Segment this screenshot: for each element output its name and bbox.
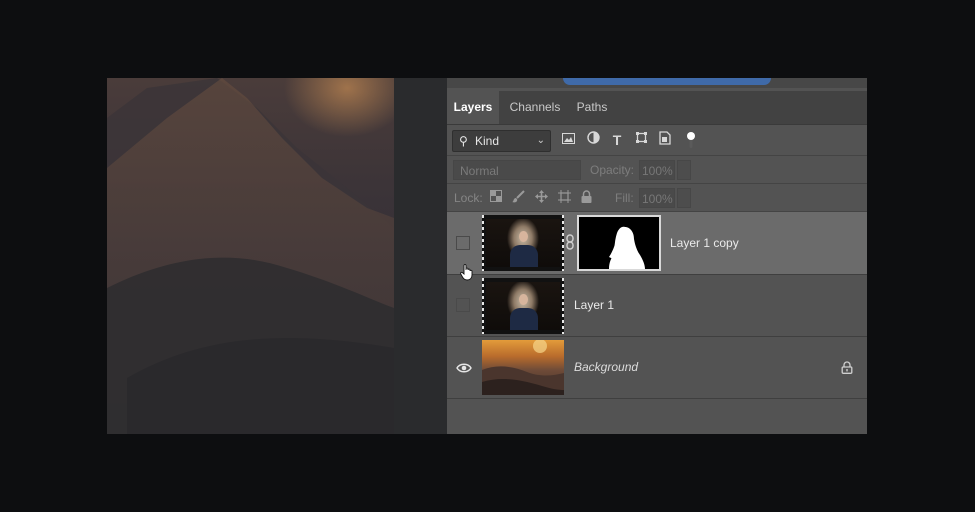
layer-filter-row: ⚲ Kind ⌄ T bbox=[447, 126, 867, 154]
visibility-toggle[interactable] bbox=[456, 236, 470, 250]
lock-all-icon[interactable] bbox=[578, 190, 594, 206]
panel-top-strip bbox=[447, 78, 867, 88]
fill-slider-toggle[interactable] bbox=[677, 188, 691, 208]
layer-lock-icon[interactable] bbox=[841, 361, 853, 374]
layer-thumbnail[interactable] bbox=[482, 278, 564, 334]
blend-mode-select[interactable]: Normal bbox=[453, 160, 581, 180]
thumbnail-figure bbox=[519, 231, 528, 242]
smart-object-filter-icon[interactable] bbox=[657, 131, 673, 149]
eye-icon[interactable] bbox=[456, 362, 472, 374]
panel-tabs: Layers Channels Paths bbox=[447, 91, 867, 125]
thumbnail-border bbox=[482, 278, 484, 334]
layer-thumbnail[interactable] bbox=[482, 340, 564, 395]
tab-channels[interactable]: Channels bbox=[499, 91, 571, 124]
lock-transparent-pixels-icon[interactable] bbox=[488, 190, 504, 206]
layer-name[interactable]: Layer 1 bbox=[574, 298, 614, 312]
fill-input[interactable]: 100% bbox=[639, 188, 675, 208]
chevron-down-icon: ⌄ bbox=[536, 135, 545, 146]
lock-image-pixels-icon[interactable] bbox=[510, 190, 526, 206]
canvas-dark-region bbox=[394, 78, 447, 434]
lock-artboard-icon[interactable] bbox=[556, 190, 572, 206]
layer-thumbnail[interactable] bbox=[482, 215, 564, 271]
adjustment-filter-icon[interactable] bbox=[585, 131, 601, 149]
blend-row: Normal Opacity: 100% bbox=[447, 158, 867, 182]
tab-paths[interactable]: Paths bbox=[571, 91, 613, 124]
layer-mask-thumbnail[interactable] bbox=[577, 215, 661, 271]
layer-thumbnail-image bbox=[486, 219, 560, 267]
shape-filter-icon[interactable] bbox=[633, 131, 649, 149]
layer-row-background[interactable]: Background bbox=[447, 337, 867, 398]
thumbnail-figure bbox=[510, 308, 538, 330]
thumbnail-border bbox=[562, 278, 564, 334]
lock-row: Lock: Fill: 100% bbox=[447, 186, 867, 210]
hand-cursor-icon bbox=[460, 264, 473, 281]
layer-row-layer-1[interactable]: Layer 1 bbox=[447, 275, 867, 336]
lock-label: Lock: bbox=[454, 191, 483, 205]
thumbnail-border bbox=[562, 215, 564, 271]
fill-label: Fill: bbox=[615, 191, 634, 205]
search-icon: ⚲ bbox=[459, 134, 468, 148]
thumbnail-figure bbox=[519, 294, 528, 305]
thumbnail-figure bbox=[510, 245, 538, 267]
lock-position-icon[interactable] bbox=[533, 190, 549, 206]
layer-row-layer-1-copy[interactable]: Layer 1 copy bbox=[447, 212, 867, 274]
filter-toggle-icon[interactable] bbox=[683, 131, 699, 149]
divider bbox=[447, 155, 867, 156]
filter-kind-label: Kind bbox=[475, 134, 500, 148]
image-filter-icon[interactable] bbox=[560, 131, 576, 149]
divider bbox=[447, 398, 867, 399]
canvas-image-fragment bbox=[563, 78, 771, 85]
opacity-slider-toggle[interactable] bbox=[677, 160, 691, 180]
divider bbox=[447, 183, 867, 184]
visibility-toggle[interactable] bbox=[456, 298, 470, 312]
layers-panel: Layers Channels Paths ⚲ Kind ⌄ T Normal … bbox=[447, 78, 867, 434]
opacity-input[interactable]: 100% bbox=[639, 160, 675, 180]
tab-layers[interactable]: Layers bbox=[447, 91, 499, 124]
layer-name[interactable]: Background bbox=[574, 360, 638, 374]
type-filter-icon[interactable]: T bbox=[609, 131, 625, 149]
canvas-mountain-image bbox=[107, 78, 394, 434]
layer-thumbnail-image bbox=[486, 282, 560, 330]
chain-link-icon[interactable] bbox=[565, 234, 575, 250]
opacity-label: Opacity: bbox=[590, 163, 635, 177]
filter-kind-select[interactable]: ⚲ Kind ⌄ bbox=[452, 130, 551, 152]
thumbnail-border bbox=[482, 215, 484, 271]
canvas-area[interactable] bbox=[107, 78, 447, 434]
layer-name[interactable]: Layer 1 copy bbox=[670, 236, 739, 250]
